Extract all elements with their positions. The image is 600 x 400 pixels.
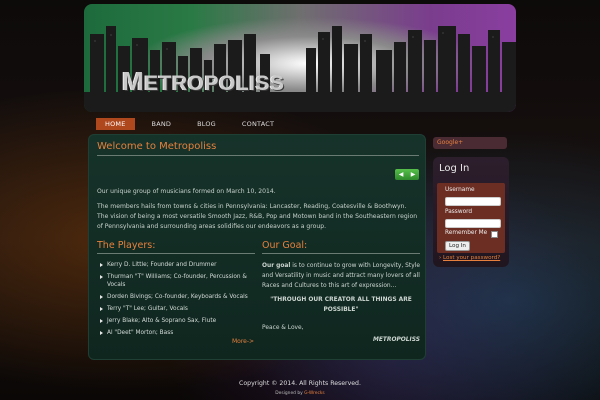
players-list: Kerry D. Little; Founder and Drummer Thu… (97, 261, 255, 341)
nav-item-band[interactable]: BAND (143, 118, 181, 130)
players-heading: The Players: (97, 240, 156, 251)
intro-text: Our unique group of musicians formed on … (97, 188, 276, 195)
login-widget: Log In Username Password Remember Me Log… (433, 157, 509, 267)
goal-signature: METROPOLISS (373, 337, 420, 343)
footer-copyright: Copyright © 2014. All Rights Reserved. (239, 380, 361, 387)
description-text: The members hails from towns & cities in… (97, 203, 418, 230)
password-label: Password (445, 209, 473, 215)
title-divider (97, 155, 419, 156)
goal-section: Our goal is to continue to grow with Lon… (262, 261, 420, 345)
main-nav: HOME BAND BLOG CONTACT (96, 118, 291, 130)
goal-lead: Our goal (262, 263, 291, 269)
remember-label: Remember Me (445, 230, 488, 236)
designed-by-prefix: Designed by (275, 391, 305, 396)
slide-toggle[interactable]: ◀ ▶ (395, 169, 419, 180)
site-header-banner: METROPOLISS (84, 4, 516, 112)
list-item: Dorden Bivings; Co-founder, Keyboards & … (97, 293, 255, 301)
lost-password-link[interactable]: Lost your password? (443, 255, 500, 261)
site-logo[interactable]: METROPOLISS (122, 66, 285, 97)
username-label: Username (445, 187, 475, 193)
list-item: Terry "T" Lee; Guitar, Vocals (97, 305, 255, 313)
list-item: Jerry Blake; Alto & Soprano Sax, Flute (97, 317, 255, 325)
designer-link[interactable]: G-Wrecks (304, 391, 325, 396)
login-form: Username Password Remember Me Log In (437, 183, 505, 253)
remember-checkbox[interactable] (491, 231, 498, 238)
footer-designer: Designed by G-Wrecks (0, 391, 600, 396)
list-item: Thurman "T" Williams; Co-founder, Percus… (97, 273, 255, 289)
page-title: Welcome to Metropoliss (97, 141, 217, 152)
bullet-arrow-icon: › (439, 255, 442, 261)
login-title: Log In (439, 163, 470, 174)
goal-heading: Our Goal: (262, 240, 308, 251)
goal-signoff: Peace & Love, (262, 325, 304, 331)
goal-divider (262, 253, 420, 254)
nav-item-blog[interactable]: BLOG (188, 118, 225, 130)
nav-item-home[interactable]: HOME (96, 118, 135, 130)
nav-item-contact[interactable]: CONTACT (233, 118, 283, 130)
goal-quote: "THROUGH OUR CREATOR ALL THINGS ARE POSS… (270, 297, 412, 313)
list-item: Kerry D. Little; Founder and Drummer (97, 261, 255, 269)
password-input[interactable] (445, 219, 501, 228)
players-divider (97, 253, 255, 254)
goal-paragraph: Our goal is to continue to grow with Lon… (262, 261, 420, 291)
logo-rest: ETROPOLISS (144, 72, 285, 95)
main-content-panel: Welcome to Metropoliss ◀ ▶ Our unique gr… (88, 134, 426, 360)
more-link[interactable]: More-> (232, 338, 254, 345)
logo-initial: M (122, 66, 145, 96)
login-button[interactable]: Log In (445, 241, 470, 251)
google-plus-link[interactable]: Google+ (433, 137, 507, 149)
prev-arrow-icon[interactable]: ◀ (399, 171, 404, 178)
next-arrow-icon[interactable]: ▶ (411, 171, 416, 178)
username-input[interactable] (445, 197, 501, 206)
list-item: Al "Deet" Morton; Bass (97, 329, 255, 337)
